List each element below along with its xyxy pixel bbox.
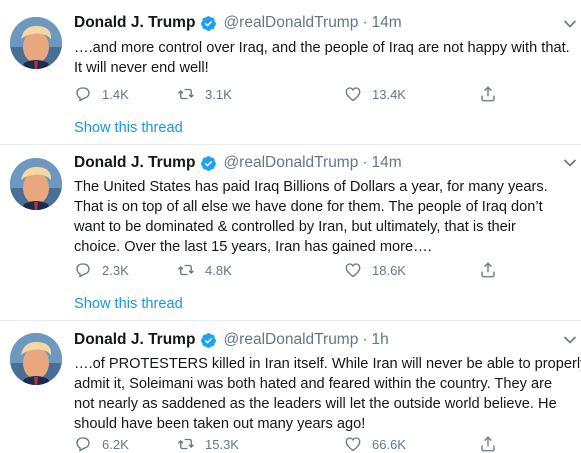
tweet-text-line: want to be dominated & controlled by Ira… (74, 219, 516, 235)
separator: · (362, 14, 368, 31)
tweet-text: ….of PROTESTERS killed in Iran itself. W… (74, 354, 581, 434)
share-icon (481, 436, 495, 452)
tweet-text-line: choice. Over the last 15 years, Iran has… (74, 239, 432, 255)
reply-button[interactable]: 1.4K (74, 85, 129, 103)
user-handle[interactable]: @realDonaldTrump (223, 331, 358, 349)
tweet-text-line: should have been taken out many years ag… (74, 416, 366, 432)
retweet-icon (178, 438, 194, 450)
reply-button[interactable]: 2.3K (74, 261, 129, 279)
tweet-text: ….and more control over Iraq, and the pe… (74, 38, 579, 78)
tweet-text-line: That is on top of all else we have done … (74, 199, 543, 215)
reply-icon (76, 263, 90, 278)
like-icon (345, 437, 361, 452)
share-icon (481, 86, 495, 102)
retweet-count: 15.3K (205, 436, 239, 452)
tweet-text-line: ….and more control over Iraq, and the pe… (74, 40, 570, 56)
share-button[interactable] (479, 261, 497, 279)
reply-button[interactable]: 6.2K (74, 435, 129, 453)
tweet[interactable]: Donald J. Trump @realDonaldTrump · 1h ….… (0, 321, 581, 453)
retweet-icon (178, 88, 194, 100)
reply-count: 6.2K (102, 436, 129, 452)
display-name[interactable]: Donald J. Trump (74, 331, 195, 349)
verified-badge-icon (201, 155, 217, 171)
tweet-header: Donald J. Trump @realDonaldTrump · 14m (74, 153, 402, 173)
separator: · (362, 331, 368, 348)
timestamp[interactable]: 14m (372, 154, 402, 172)
display-name[interactable]: Donald J. Trump (74, 14, 195, 32)
tweet-text: The United States has paid Iraq Billions… (74, 177, 579, 257)
tweet-header: Donald J. Trump @realDonaldTrump · 14m (74, 13, 402, 33)
verified-badge-icon (201, 332, 217, 348)
like-count: 13.4K (372, 86, 406, 102)
tweet-text-line: The United States has paid Iraq Billions… (74, 179, 548, 195)
user-handle[interactable]: @realDonaldTrump (223, 14, 358, 32)
reply-icon (76, 87, 90, 102)
like-count: 18.6K (372, 262, 406, 278)
reply-icon (76, 437, 90, 452)
retweet-count: 3.1K (205, 86, 232, 102)
retweet-button[interactable]: 4.8K (177, 261, 232, 279)
tweet-text-line: ….of PROTESTERS killed in Iran itself. W… (74, 356, 581, 372)
tweet-text-line: admit it, Soleimani was both hated and f… (74, 376, 553, 392)
like-button[interactable]: 13.4K (344, 85, 406, 103)
tweet-header: Donald J. Trump @realDonaldTrump · 1h (74, 330, 389, 350)
separator: · (362, 154, 368, 171)
chevron-down-icon[interactable] (563, 335, 577, 345)
reply-count: 1.4K (102, 86, 129, 102)
timestamp[interactable]: 1h (372, 331, 389, 349)
like-icon (345, 87, 361, 102)
tweet[interactable]: Donald J. Trump @realDonaldTrump · 14m T… (0, 145, 581, 321)
show-thread-link[interactable]: Show this thread (74, 296, 183, 312)
like-button[interactable]: 66.6K (344, 435, 406, 453)
avatar[interactable] (10, 333, 62, 385)
reply-count: 2.3K (102, 262, 129, 278)
avatar[interactable] (10, 158, 62, 210)
like-button[interactable]: 18.6K (344, 261, 406, 279)
verified-badge-icon (201, 15, 217, 31)
tweet-text-line: not nearly as saddened as the leaders wi… (74, 396, 557, 412)
share-button[interactable] (479, 85, 497, 103)
tweet-actions: 1.4K 3.1K 13.4K (74, 85, 497, 105)
tweet-actions: 6.2K 15.3K 66.6K (74, 435, 497, 453)
like-icon (345, 263, 361, 278)
user-handle[interactable]: @realDonaldTrump (223, 154, 358, 172)
avatar[interactable] (10, 17, 62, 69)
display-name[interactable]: Donald J. Trump (74, 154, 195, 172)
retweet-button[interactable]: 3.1K (177, 85, 232, 103)
tweet[interactable]: Donald J. Trump @realDonaldTrump · 14m …… (0, 0, 581, 145)
tweet-actions: 2.3K 4.8K 18.6K (74, 261, 497, 281)
retweet-icon (178, 264, 194, 276)
retweet-button[interactable]: 15.3K (177, 435, 239, 453)
like-count: 66.6K (372, 436, 406, 452)
tweet-text-line: It will never end well! (74, 60, 209, 76)
chevron-down-icon[interactable] (563, 158, 577, 168)
timestamp[interactable]: 14m (372, 14, 402, 32)
retweet-count: 4.8K (205, 262, 232, 278)
share-button[interactable] (479, 435, 497, 453)
share-icon (481, 262, 495, 278)
chevron-down-icon[interactable] (563, 19, 577, 29)
show-thread-link[interactable]: Show this thread (74, 120, 183, 136)
